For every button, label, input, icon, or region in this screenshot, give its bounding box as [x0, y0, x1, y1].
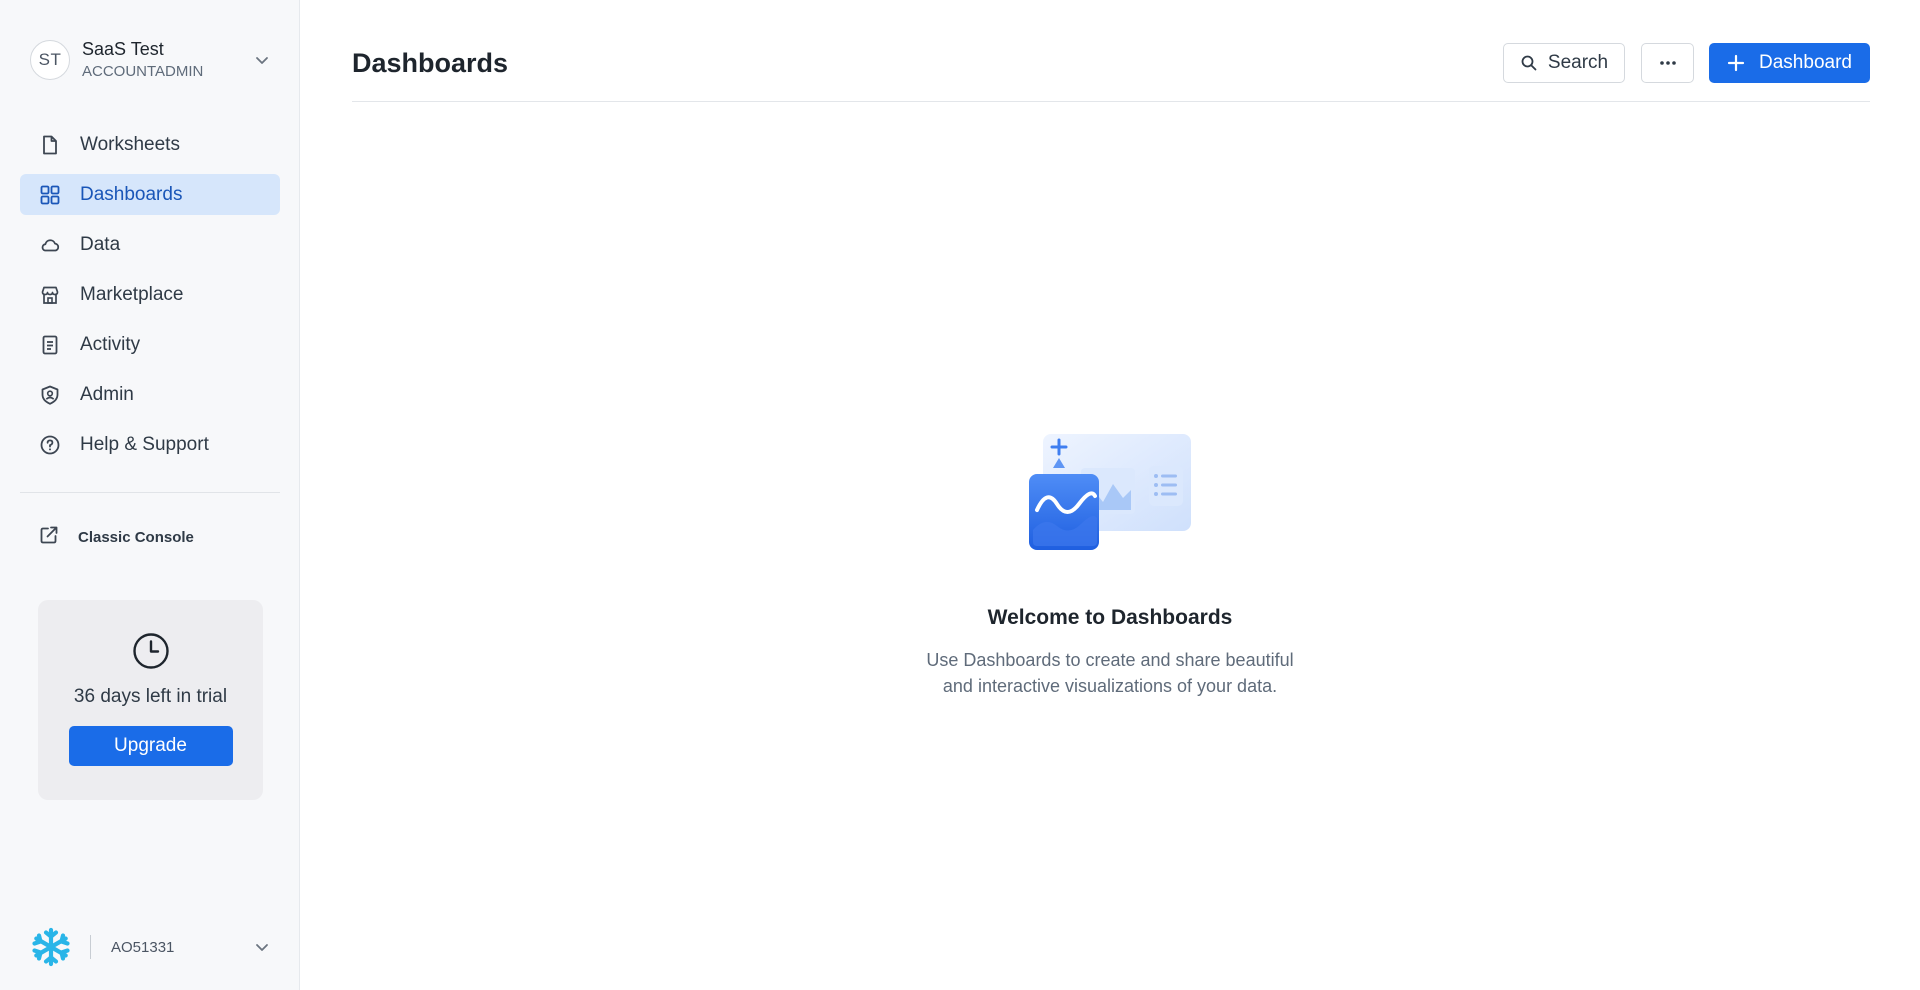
sidebar-item-label: Worksheets [80, 133, 180, 155]
trial-days-text: 36 days left in trial [73, 686, 228, 707]
empty-state: Welcome to Dashboards Use Dashboards to … [300, 430, 1920, 699]
more-options-button[interactable] [1641, 43, 1694, 83]
sidebar: ST SaaS Test ACCOUNTADMIN Worksheets Das… [0, 0, 300, 990]
sidebar-item-dashboards[interactable]: Dashboards [20, 174, 280, 215]
document-icon [38, 133, 62, 157]
upgrade-button[interactable]: Upgrade [68, 726, 233, 766]
cloud-icon [38, 233, 62, 257]
classic-console-link[interactable]: Classic Console [20, 517, 280, 557]
new-dashboard-label: Dashboard [1759, 52, 1852, 73]
sidebar-item-label: Marketplace [80, 283, 184, 305]
chevron-down-icon [256, 57, 268, 64]
sidebar-item-label: Help & Support [80, 433, 209, 455]
activity-log-icon [38, 333, 62, 357]
sidebar-item-worksheets[interactable]: Worksheets [20, 124, 280, 165]
sidebar-item-marketplace[interactable]: Marketplace [20, 274, 280, 315]
main-content: Dashboards Search Dashboard Welcome to D… [300, 0, 1920, 990]
account-locator: AO51331 [111, 938, 175, 956]
more-horizontal-icon [1659, 61, 1676, 65]
empty-state-title: Welcome to Dashboards [987, 606, 1233, 629]
sidebar-item-label: Data [80, 233, 121, 255]
sidebar-item-data[interactable]: Data [20, 224, 280, 265]
account-role: ACCOUNTADMIN [82, 63, 204, 80]
footer-separator [90, 935, 91, 959]
trial-card: 36 days left in trial Upgrade [38, 600, 263, 800]
sidebar-item-help-support[interactable]: Help & Support [20, 424, 280, 465]
sidebar-item-label: Dashboards [80, 183, 183, 205]
search-label: Search [1547, 52, 1609, 73]
plus-icon [1727, 54, 1745, 72]
sidebar-item-label: Activity [80, 333, 141, 355]
avatar: ST [30, 40, 70, 80]
external-link-icon [38, 524, 60, 551]
page-title: Dashboards [352, 48, 509, 78]
sidebar-item-activity[interactable]: Activity [20, 324, 280, 365]
clock-icon [132, 633, 169, 669]
empty-state-desc-line2: and interactive visualizations of your d… [942, 676, 1278, 696]
shield-icon [38, 383, 62, 407]
sidebar-nav: Worksheets Dashboards Data Marketplace A… [20, 124, 280, 474]
account-name: SaaS Test [82, 39, 164, 59]
header-actions: Search Dashboard [1503, 43, 1870, 83]
page-header: Dashboards Search Dashboard [352, 38, 1870, 102]
new-dashboard-button[interactable]: Dashboard [1709, 43, 1870, 83]
search-icon [1521, 55, 1537, 71]
sidebar-divider [20, 492, 280, 493]
account-info: SaaS Test ACCOUNTADMIN [82, 38, 252, 82]
account-switcher[interactable]: ST SaaS Test ACCOUNTADMIN [30, 36, 272, 84]
sidebar-footer: AO51331 [30, 925, 272, 969]
sidebar-item-admin[interactable]: Admin [20, 374, 280, 415]
classic-console-label: Classic Console [78, 528, 194, 546]
help-circle-icon [38, 433, 62, 457]
storefront-icon [38, 283, 62, 307]
empty-state-description: Use Dashboards to create and share beaut… [900, 647, 1320, 699]
chevron-down-icon[interactable] [252, 937, 272, 957]
app-root: ST SaaS Test ACCOUNTADMIN Worksheets Das… [0, 0, 1920, 990]
empty-state-desc-line1: Use Dashboards to create and share beaut… [926, 650, 1294, 670]
dashboard-illustration-icon [1029, 434, 1191, 550]
snowflake-logo-icon [32, 927, 70, 967]
grid-icon [38, 183, 62, 207]
search-button[interactable]: Search [1503, 43, 1625, 83]
sidebar-item-label: Admin [80, 383, 134, 405]
